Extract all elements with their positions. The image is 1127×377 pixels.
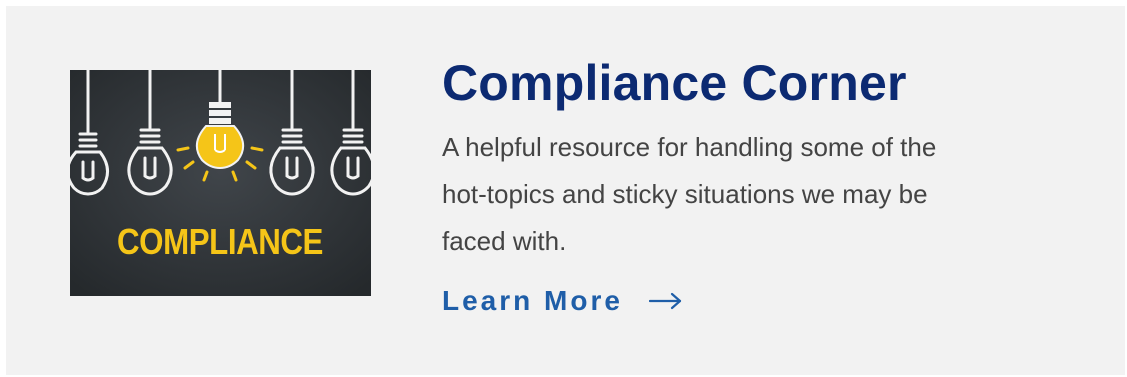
- card-description: A helpful resource for handling some of …: [442, 132, 937, 256]
- learn-more-link[interactable]: Learn More: [442, 285, 683, 317]
- learn-more-label: Learn More: [442, 285, 623, 316]
- arrow-right-icon: [648, 291, 683, 311]
- compliance-hero-image: COMPLIANCE: [70, 70, 371, 296]
- card-content: Compliance Corner A helpful resource for…: [442, 50, 1042, 317]
- card-title: Compliance Corner: [442, 55, 907, 111]
- compliance-corner-card: COMPLIANCE Compliance Corner A helpful r…: [6, 6, 1125, 375]
- image-caption: COMPLIANCE: [117, 221, 323, 262]
- light-bulbs-icon: COMPLIANCE: [70, 70, 371, 296]
